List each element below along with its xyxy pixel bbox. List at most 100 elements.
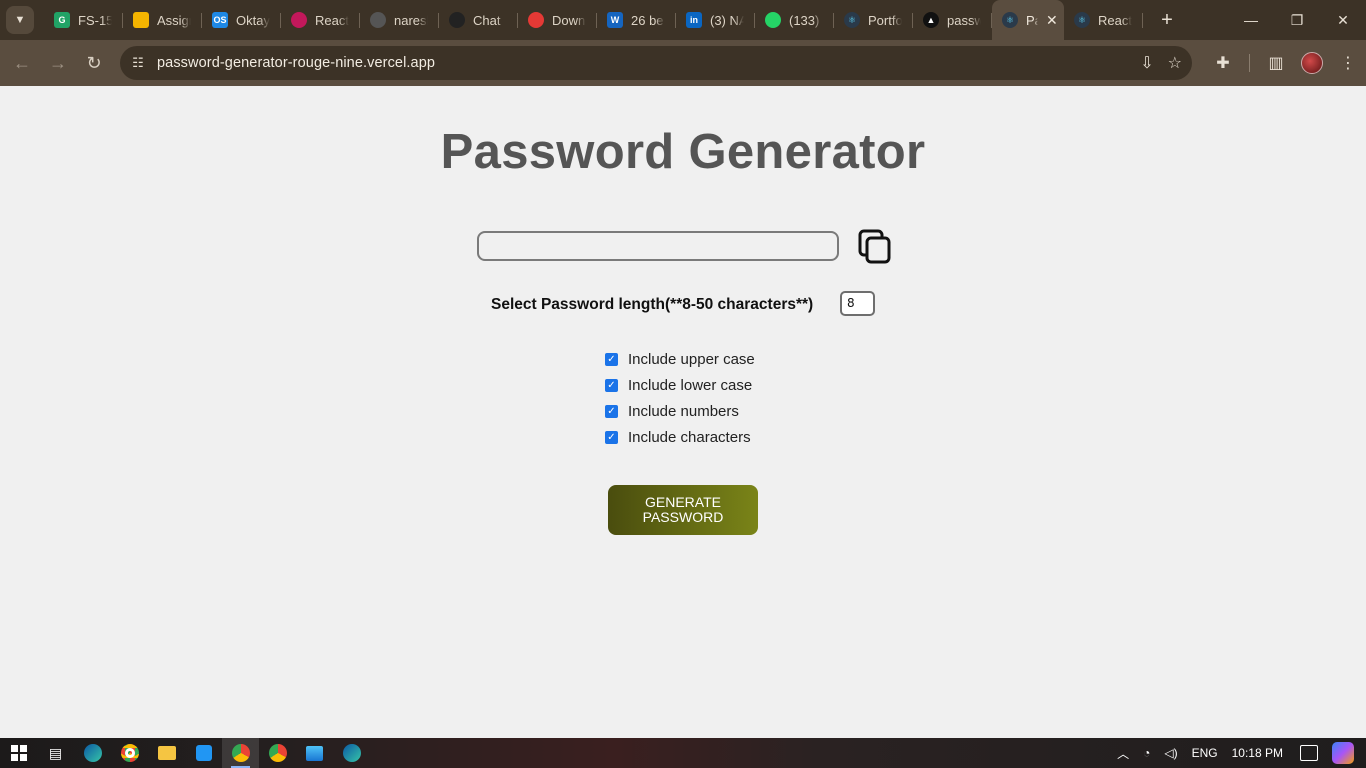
taskbar-edge-2[interactable]	[333, 738, 370, 768]
tab-label: React	[1098, 12, 1132, 28]
tab-4[interactable]: React	[281, 0, 360, 40]
tab-2[interactable]: Assignment	[123, 0, 202, 40]
chrome-icon	[231, 744, 250, 762]
copy-icon[interactable]	[858, 229, 892, 265]
profile-avatar[interactable]	[1294, 45, 1330, 81]
tab-10[interactable]: (133)	[755, 0, 834, 40]
wifi-icon[interactable]: ◔	[1143, 746, 1150, 760]
whatsapp-icon	[765, 12, 781, 28]
site-info-icon[interactable]: ☷	[124, 49, 152, 77]
react-icon: ⚛	[1074, 12, 1090, 28]
option-characters[interactable]: ✓ Include characters	[605, 424, 755, 450]
browser-toolbar: ← → ↻ ☷ password-generator-rouge-nine.ve…	[0, 40, 1366, 86]
react-red-icon	[291, 12, 307, 28]
w-icon: W	[607, 12, 623, 28]
system-tray: ︿ ◔ ◁) ENG 10:18 PM	[1110, 738, 1366, 768]
windows-logo-icon	[10, 745, 27, 761]
edge-icon	[342, 744, 361, 762]
tab-14[interactable]: ⚛ React	[1064, 0, 1143, 40]
generate-password-button[interactable]: GENERATE PASSWORD	[608, 485, 758, 535]
copilot-icon[interactable]	[1332, 742, 1354, 764]
taskbar-chrome-2[interactable]	[259, 738, 296, 768]
tab-1[interactable]: G FS-15	[44, 0, 123, 40]
restore-icon[interactable]: ❐	[1274, 0, 1320, 40]
classroom-icon	[133, 12, 149, 28]
taskbar-edge[interactable]	[74, 738, 111, 768]
tab-13-active[interactable]: ⚛ Pa ✕	[992, 0, 1064, 40]
task-view-icon: ▤	[48, 744, 63, 761]
side-panel-icon[interactable]: ▥	[1258, 45, 1294, 81]
task-view-button[interactable]: ▤	[37, 738, 74, 768]
tab-label: Portfo	[868, 12, 902, 28]
tab-label: (3) NA	[710, 12, 744, 28]
tab-9[interactable]: in (3) NA	[676, 0, 755, 40]
tab-11[interactable]: ⚛ Portfo	[834, 0, 913, 40]
taskbar-vscode[interactable]	[185, 738, 222, 768]
tab-8[interactable]: W 26 be	[597, 0, 676, 40]
extensions-icon[interactable]: ✚	[1205, 45, 1241, 81]
back-icon[interactable]: ←	[4, 45, 40, 81]
close-window-icon[interactable]: ✕	[1320, 0, 1366, 40]
taskbar-photos[interactable]	[296, 738, 333, 768]
length-input[interactable]: 8	[840, 291, 875, 316]
chevron-up-icon[interactable]: ︿	[1117, 745, 1129, 762]
os-icon: OS	[212, 12, 228, 28]
start-button[interactable]	[0, 738, 37, 768]
react-icon: ⚛	[844, 12, 860, 28]
vscode-icon	[195, 745, 212, 761]
option-label: Include lower case	[628, 376, 753, 394]
address-bar[interactable]: ☷ password-generator-rouge-nine.vercel.a…	[120, 46, 1192, 80]
volume-icon[interactable]: ◁)	[1164, 746, 1177, 760]
github-icon	[370, 12, 386, 28]
tab-6[interactable]: Chat	[439, 0, 518, 40]
option-uppercase[interactable]: ✓ Include upper case	[605, 346, 755, 372]
download-icon	[528, 12, 544, 28]
reload-icon[interactable]: ↻	[76, 45, 112, 81]
tab-5[interactable]: naresh	[360, 0, 439, 40]
checkbox-checked-icon[interactable]: ✓	[605, 378, 618, 392]
checkbox-checked-icon[interactable]: ✓	[605, 430, 618, 444]
vercel-icon: ▲	[923, 12, 939, 28]
tab-label: FS-15	[78, 12, 112, 28]
new-tab-button[interactable]: +	[1155, 9, 1179, 32]
windows-taskbar: ▤ ︿ ◔ ◁) ENG 10:18 PM	[0, 738, 1366, 768]
url-text[interactable]: password-generator-rouge-nine.vercel.app	[157, 55, 435, 71]
tab-12[interactable]: ▲ passw	[913, 0, 992, 40]
tab-label: passw	[947, 12, 981, 28]
language-indicator[interactable]: ENG	[1192, 746, 1218, 760]
tab-list: G FS-15 Assignment OS Oktay React naresh C…	[44, 0, 1143, 40]
edge-icon	[83, 744, 102, 762]
chrome-icon	[120, 744, 139, 762]
taskbar-chrome[interactable]	[111, 738, 148, 768]
tab-7[interactable]: Down	[518, 0, 597, 40]
install-app-icon[interactable]: ⇩	[1140, 53, 1153, 73]
taskbar-explorer[interactable]	[148, 738, 185, 768]
option-label: Include upper case	[628, 350, 755, 368]
tab-3[interactable]: OS Oktay	[202, 0, 281, 40]
linkedin-icon: in	[686, 12, 702, 28]
option-lowercase[interactable]: ✓ Include lower case	[605, 372, 755, 398]
folder-icon	[157, 746, 176, 760]
toolbar-divider	[1249, 54, 1250, 72]
close-tab-icon[interactable]: ✕	[1046, 12, 1058, 29]
taskbar-chrome-active[interactable]	[222, 738, 259, 768]
page-content: Password Generator Select Password lengt…	[0, 86, 1366, 738]
avatar	[1301, 52, 1323, 74]
checkbox-checked-icon[interactable]: ✓	[605, 352, 618, 366]
page-title: Password Generator	[440, 125, 926, 179]
password-output-field[interactable]	[477, 231, 839, 261]
bookmark-star-icon[interactable]: ☆	[1168, 53, 1182, 73]
minimize-icon[interactable]: —	[1228, 0, 1274, 40]
notification-icon[interactable]	[1300, 745, 1318, 761]
clock[interactable]: 10:18 PM	[1232, 746, 1283, 760]
chatgpt-icon	[449, 12, 465, 28]
tab-label: React	[315, 12, 349, 28]
checkbox-checked-icon[interactable]: ✓	[605, 404, 618, 418]
window-controls: — ❐ ✕	[1228, 0, 1366, 40]
tab-label: Pa	[1026, 12, 1038, 28]
option-label: Include numbers	[628, 402, 739, 420]
menu-kebab-icon[interactable]: ⋮	[1330, 45, 1366, 81]
tab-search-button[interactable]: ▼	[6, 6, 34, 34]
forward-icon[interactable]: →	[40, 45, 76, 81]
option-numbers[interactable]: ✓ Include numbers	[605, 398, 755, 424]
